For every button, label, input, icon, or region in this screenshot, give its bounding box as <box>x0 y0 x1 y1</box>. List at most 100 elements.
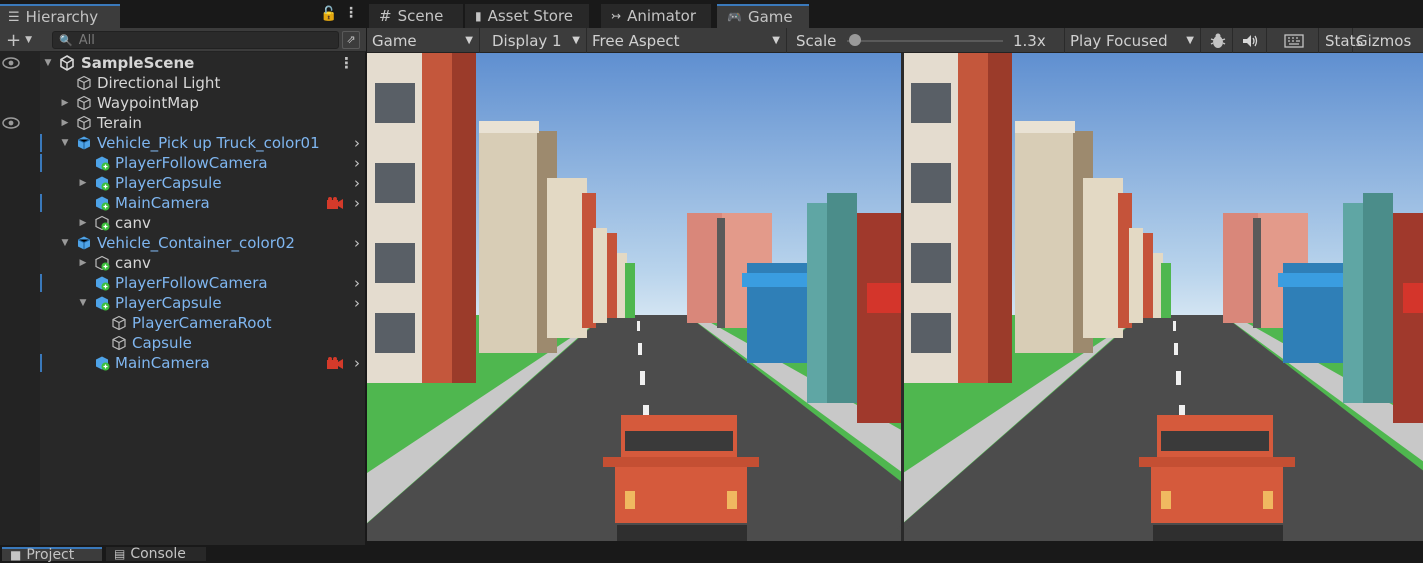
scene-row[interactable]: ▼ SampleScene ⋮ <box>40 53 366 73</box>
aspect-dropdown[interactable]: Free Aspect ▼ <box>587 28 787 53</box>
scene-menu-icon[interactable]: ⋮ <box>339 54 354 72</box>
chevron-right-icon[interactable]: › <box>354 154 360 172</box>
expand-arrow-icon[interactable]: ▶ <box>77 258 89 268</box>
item-label: MainCamera <box>115 354 210 372</box>
chevron-right-icon[interactable]: › <box>354 174 360 192</box>
hierarchy-toolbar: + ▼ 🔍 All ⇗ <box>0 28 366 52</box>
scale-label: Scale <box>796 31 837 50</box>
eye-icon[interactable] <box>2 57 20 69</box>
list-item[interactable]: PlayerCameraRoot <box>40 313 366 333</box>
item-label: canv <box>115 214 151 232</box>
item-label: Vehicle_Container_color02 <box>97 234 295 252</box>
gameobject-icon <box>77 95 91 111</box>
tab-animator[interactable]: ↣ Animator <box>601 4 711 28</box>
keyboard-icon[interactable] <box>1269 28 1319 53</box>
item-label: canv <box>115 254 151 272</box>
scale-slider-thumb[interactable] <box>848 34 861 46</box>
expand-arrow-icon[interactable]: ▼ <box>42 58 54 68</box>
tab-project[interactable]: ■ Project <box>2 547 102 563</box>
plus-icon: + <box>6 29 22 51</box>
bug-icon-glyph <box>1210 33 1225 48</box>
item-label: MainCamera <box>115 194 210 212</box>
tab-asset-store[interactable]: ▮ Asset Store <box>465 4 589 28</box>
list-item[interactable]: ▶ canv <box>40 253 366 273</box>
list-item[interactable]: ▼ Vehicle_Pick up Truck_color01 › <box>40 133 366 153</box>
chevron-right-icon[interactable]: › <box>354 354 360 372</box>
expand-arrow-icon[interactable]: ▼ <box>77 298 89 308</box>
dropdown-arrow-icon: ▼ <box>572 35 580 46</box>
add-object-button[interactable]: + ▼ <box>6 29 40 51</box>
chevron-right-icon[interactable]: › <box>354 194 360 212</box>
chevron-right-icon[interactable]: › <box>354 294 360 312</box>
dropdown-arrow-icon: ▼ <box>1186 35 1194 46</box>
aspect-label: Free Aspect <box>592 31 680 50</box>
added-prefab-icon <box>96 356 110 371</box>
search-by-type-icon[interactable]: ⇗ <box>342 31 360 49</box>
list-item[interactable]: Directional Light <box>40 73 366 93</box>
list-item[interactable]: ▶ Terain <box>40 113 366 133</box>
list-item[interactable]: ▼ Vehicle_Container_color02 › <box>40 233 366 253</box>
prefab-override-bar <box>40 354 42 372</box>
list-item[interactable]: MainCamera › <box>40 353 366 373</box>
dropdown-arrow-icon: ▼ <box>772 35 780 46</box>
list-icon: ☰ <box>8 9 20 25</box>
gamepad-icon: 🎮 <box>727 10 742 24</box>
more-menu-icon[interactable]: ⋮ <box>344 5 358 21</box>
expand-arrow-icon[interactable]: ▶ <box>77 218 89 228</box>
tab-game[interactable]: 🎮 Game <box>717 4 809 28</box>
right-camera-view <box>883 53 1423 541</box>
chevron-right-icon[interactable]: › <box>354 234 360 252</box>
search-placeholder: All <box>78 32 95 48</box>
lock-icon[interactable]: 🔓 <box>320 6 337 22</box>
list-item[interactable]: ▶ canv <box>40 213 366 233</box>
item-label: PlayerCapsule <box>115 294 222 312</box>
expand-arrow-icon[interactable]: ▶ <box>59 98 71 108</box>
tab-asset-store-label: Asset Store <box>487 7 574 25</box>
expand-arrow-icon[interactable]: ▼ <box>59 238 71 248</box>
camera-icon <box>327 197 343 209</box>
play-mode-dropdown[interactable]: Play Focused ▼ <box>1065 28 1201 53</box>
bottom-tabbar: ■ Project ▤ Console <box>0 545 1423 563</box>
game-viewport[interactable] <box>367 53 1423 541</box>
expand-arrow-icon[interactable]: ▶ <box>59 118 71 128</box>
chevron-right-icon[interactable]: › <box>354 134 360 152</box>
list-item[interactable]: ▶ PlayerCapsule › <box>40 173 366 193</box>
prefab-override-bar <box>40 134 42 152</box>
list-item[interactable]: MainCamera › <box>40 193 366 213</box>
prefab-override-bar <box>40 194 42 212</box>
gizmos-button[interactable]: Gizmos <box>1353 28 1423 53</box>
item-label: WaypointMap <box>97 94 199 112</box>
display-dropdown[interactable]: Display 1 ▼ <box>487 28 587 53</box>
list-item[interactable]: PlayerFollowCamera › <box>40 273 366 293</box>
prefab-override-bar <box>40 274 42 292</box>
chevron-right-icon[interactable]: › <box>354 274 360 292</box>
eye-icon[interactable] <box>2 117 20 129</box>
prefab-icon <box>77 236 91 250</box>
item-label: PlayerFollowCamera <box>115 154 268 172</box>
scale-slider-track[interactable] <box>847 40 1003 42</box>
list-item[interactable]: ▼ PlayerCapsule › <box>40 293 366 313</box>
gameobject-icon <box>112 315 126 331</box>
view-mode-dropdown[interactable]: Game ▼ <box>367 28 480 53</box>
added-prefab-icon <box>96 276 110 291</box>
tab-hierarchy[interactable]: ☰ Hierarchy <box>0 4 120 28</box>
mute-audio-icon[interactable] <box>1235 28 1267 53</box>
keyboard-glyph <box>1283 33 1304 48</box>
expand-arrow-icon[interactable]: ▶ <box>77 178 89 188</box>
tab-scene-label: Scene <box>397 7 444 25</box>
unity-scene-icon <box>60 55 74 71</box>
list-item[interactable]: Capsule <box>40 333 366 353</box>
item-label: Capsule <box>132 334 192 352</box>
hierarchy-search-input[interactable]: 🔍 All <box>52 31 339 49</box>
bug-icon[interactable] <box>1203 28 1233 53</box>
tab-scene[interactable]: # Scene <box>369 4 463 28</box>
list-item[interactable]: ▶ WaypointMap <box>40 93 366 113</box>
scale-value: 1.3x <box>1013 31 1046 50</box>
grid-icon: # <box>379 7 392 25</box>
stats-button[interactable]: Stats <box>1319 28 1363 53</box>
list-item[interactable]: PlayerFollowCamera › <box>40 153 366 173</box>
dropdown-arrow-icon: ▼ <box>25 35 33 45</box>
expand-arrow-icon[interactable]: ▼ <box>59 138 71 148</box>
added-prefab-icon <box>96 156 110 171</box>
tab-console[interactable]: ▤ Console <box>106 546 206 562</box>
